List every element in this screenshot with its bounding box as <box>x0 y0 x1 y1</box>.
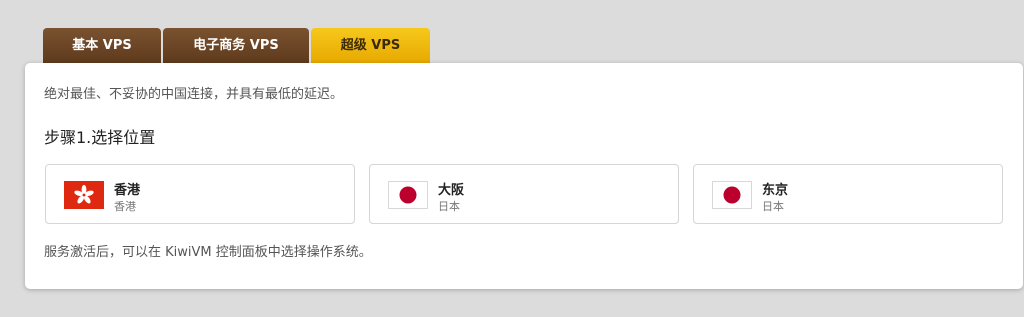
tab-super-vps[interactable]: 超级 VPS <box>311 28 430 63</box>
location-name: 大阪 <box>438 183 465 198</box>
plan-description: 绝对最佳、不妥协的中国连接，并具有最低的延迟。 <box>44 87 344 102</box>
location-country: 香港 <box>114 200 136 213</box>
japan-flag-icon <box>388 181 428 209</box>
location-card-hong-kong[interactable]: 香港 香港 <box>45 164 355 224</box>
plan-panel: 绝对最佳、不妥协的中国连接，并具有最低的延迟。 步骤1.选择位置 香港 香港 大… <box>25 63 1023 289</box>
location-list: 香港 香港 大阪 日本 东京 日本 <box>45 164 1003 224</box>
step-title: 步骤1.选择位置 <box>44 128 156 147</box>
location-card-tokyo[interactable]: 东京 日本 <box>693 164 1003 224</box>
location-card-osaka[interactable]: 大阪 日本 <box>369 164 679 224</box>
hong-kong-flag-icon <box>64 181 104 209</box>
os-selection-note: 服务激活后，可以在 KiwiVM 控制面板中选择操作系统。 <box>44 245 372 260</box>
vps-plan-tabs: 基本 VPS 电子商务 VPS 超级 VPS <box>43 28 430 63</box>
tab-ecommerce-vps[interactable]: 电子商务 VPS <box>163 28 309 63</box>
tab-basic-vps[interactable]: 基本 VPS <box>43 28 161 63</box>
location-country: 日本 <box>762 200 784 213</box>
location-name: 东京 <box>762 183 789 198</box>
location-name: 香港 <box>114 183 141 198</box>
japan-flag-icon <box>712 181 752 209</box>
location-country: 日本 <box>438 200 460 213</box>
